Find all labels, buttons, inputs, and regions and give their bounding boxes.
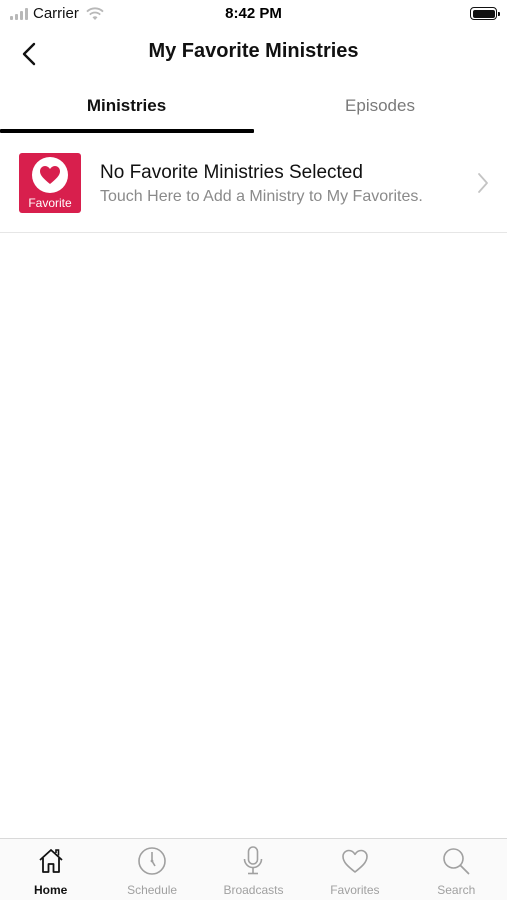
tab-bar-home[interactable]: Home xyxy=(0,839,101,900)
tab-bar-home-label: Home xyxy=(34,883,68,897)
favorite-badge: Favorite xyxy=(19,153,81,213)
heart-icon xyxy=(40,166,60,184)
status-time: 8:42 PM xyxy=(225,5,282,22)
chevron-right-icon xyxy=(478,173,488,193)
favorite-badge-label: Favorite xyxy=(28,196,72,210)
tab-bar: Home Schedule Broadcasts Favorites Searc… xyxy=(0,838,507,900)
tab-bar-search-label: Search xyxy=(437,883,476,897)
tab-bar-broadcasts-label: Broadcasts xyxy=(223,883,284,897)
tab-bar-search[interactable]: Search xyxy=(406,839,507,900)
microphone-icon xyxy=(244,846,263,875)
row-title: No Favorite Ministries Selected xyxy=(100,162,363,183)
tab-bar-favorites-label: Favorites xyxy=(330,883,380,897)
tab-bar-schedule-label: Schedule xyxy=(127,883,178,897)
tab-bar-favorites[interactable]: Favorites xyxy=(304,839,405,900)
tab-ministries-label: Ministries xyxy=(86,95,167,115)
home-icon xyxy=(39,849,63,873)
battery-icon xyxy=(470,7,500,20)
search-icon xyxy=(443,848,470,875)
heart-icon xyxy=(342,849,368,873)
segment-tabs: Ministries Episodes xyxy=(0,78,507,133)
row-subtitle: Touch Here to Add a Ministry to My Favor… xyxy=(100,188,423,205)
heart-circle xyxy=(32,157,68,193)
clock-icon xyxy=(138,847,166,875)
add-favorite-row[interactable]: Favorite No Favorite Ministries Selected… xyxy=(0,140,507,233)
tab-active-indicator xyxy=(0,129,254,133)
tab-episodes[interactable]: Episodes xyxy=(253,78,507,133)
page-title: My Favorite Ministries xyxy=(148,40,359,62)
status-bar: Carrier 8:42 PM xyxy=(0,0,507,28)
nav-bar: My Favorite Ministries xyxy=(0,28,507,78)
tab-episodes-label: Episodes xyxy=(345,95,415,115)
tab-bar-schedule[interactable]: Schedule xyxy=(101,839,202,900)
tab-bar-broadcasts[interactable]: Broadcasts xyxy=(203,839,304,900)
tab-ministries[interactable]: Ministries xyxy=(0,78,254,133)
